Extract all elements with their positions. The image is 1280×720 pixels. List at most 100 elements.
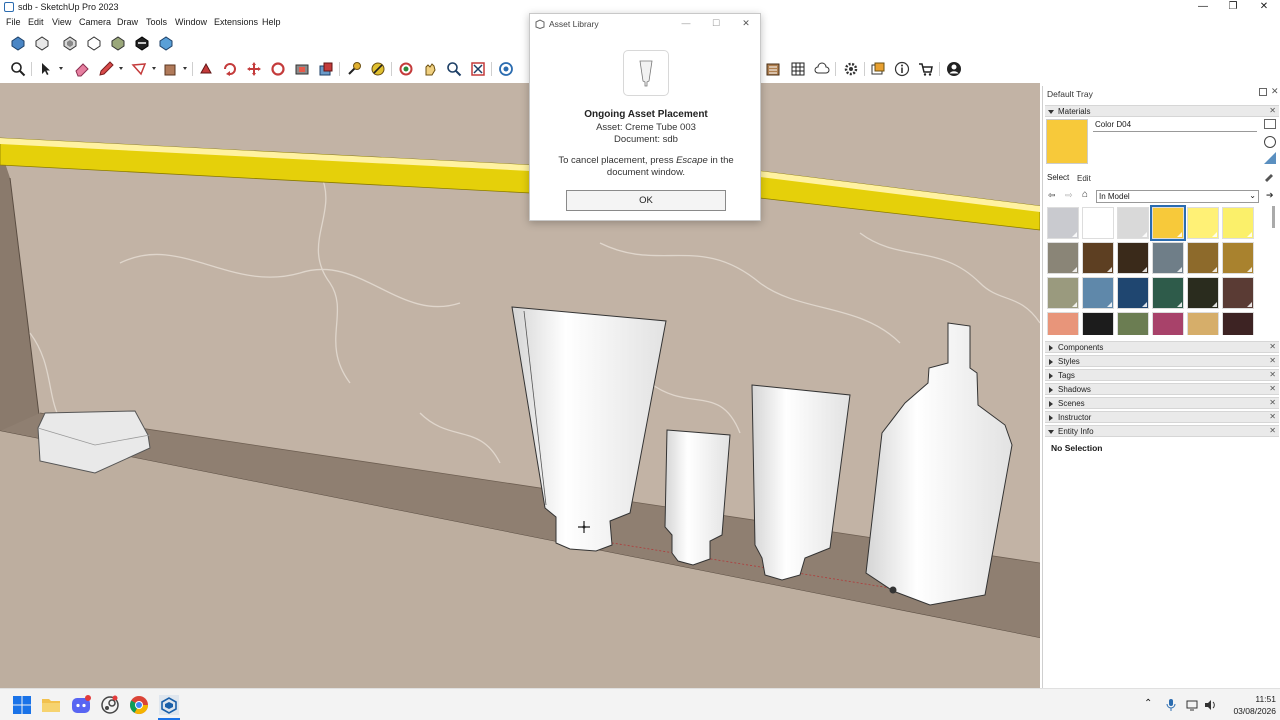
material-swatch[interactable] (1117, 207, 1149, 239)
account-icon[interactable] (945, 60, 963, 78)
minimize-button[interactable]: — (1188, 0, 1218, 15)
material-swatch[interactable] (1047, 277, 1079, 309)
material-swatch[interactable] (1152, 242, 1184, 274)
section-plane-icon[interactable] (497, 60, 515, 78)
shadows-section-header[interactable]: Shadows ✕ (1045, 383, 1279, 395)
close-button[interactable]: ✕ (1249, 0, 1279, 15)
solid-tools-trim-icon[interactable] (109, 34, 127, 52)
material-swatch[interactable] (1222, 312, 1254, 335)
solid-tools-intersect-icon[interactable] (61, 34, 79, 52)
section-close-icon[interactable]: ✕ (1269, 106, 1276, 115)
tray-close-icon[interactable]: ✕ (1271, 86, 1279, 97)
dialog-minimize-button[interactable]: — (672, 16, 700, 30)
orbit-icon[interactable] (397, 60, 415, 78)
taskbar-time[interactable]: 11:51 (1236, 694, 1276, 704)
menu-tools[interactable]: Tools (146, 17, 167, 27)
menu-view[interactable]: View (52, 17, 71, 27)
extension-warehouse-icon[interactable] (917, 60, 935, 78)
sample-paint-icon[interactable] (1263, 170, 1275, 182)
follow-me-icon[interactable] (197, 60, 215, 78)
push-pull-icon[interactable] (161, 60, 179, 78)
discord-icon[interactable] (71, 695, 91, 715)
swatch-scrollbar[interactable] (1272, 206, 1275, 228)
material-swatch[interactable] (1117, 312, 1149, 335)
zoom-window-icon[interactable] (445, 60, 463, 78)
extension-manager-icon[interactable] (842, 60, 860, 78)
material-swatch[interactable] (1047, 242, 1079, 274)
menu-help[interactable]: Help (262, 17, 281, 27)
material-swatch[interactable] (1187, 207, 1219, 239)
layout-icon[interactable] (869, 60, 887, 78)
material-name-field[interactable]: Color D04 (1093, 120, 1257, 132)
zoom-extents-icon[interactable] (469, 60, 487, 78)
material-swatch[interactable] (1187, 312, 1219, 335)
taskbar-date[interactable]: 03/08/2026 (1226, 706, 1276, 716)
tags-section-header[interactable]: Tags ✕ (1045, 369, 1279, 381)
select-dropdown-icon[interactable] (59, 67, 63, 70)
entity-info-section-header[interactable]: Entity Info ✕ (1045, 425, 1279, 437)
select-icon[interactable] (37, 60, 55, 78)
material-swatch[interactable] (1152, 312, 1184, 335)
pan-icon[interactable] (421, 60, 439, 78)
material-swatch[interactable] (1222, 277, 1254, 309)
material-swatch[interactable] (1187, 242, 1219, 274)
solid-tools-split-icon[interactable] (133, 34, 151, 52)
windows-start-icon[interactable] (12, 695, 32, 715)
pencil-icon[interactable] (97, 60, 115, 78)
section-close-icon[interactable]: ✕ (1269, 398, 1276, 407)
default-material-icon[interactable] (1264, 152, 1276, 164)
maximize-button[interactable]: ❐ (1218, 0, 1248, 15)
section-close-icon[interactable]: ✕ (1269, 384, 1276, 393)
chrome-icon[interactable] (129, 695, 149, 715)
section-close-icon[interactable]: ✕ (1269, 370, 1276, 379)
scene-canvas[interactable] (0, 83, 1040, 688)
instructor-section-header[interactable]: Instructor ✕ (1045, 411, 1279, 423)
forward-arrow-icon[interactable]: ⇨ (1065, 190, 1073, 201)
information-icon[interactable] (893, 60, 911, 78)
dialog-close-button[interactable]: ✕ (732, 16, 760, 30)
material-swatch[interactable] (1082, 242, 1114, 274)
sketchup-icon[interactable] (159, 695, 179, 715)
details-arrow-icon[interactable]: ➔ (1266, 190, 1274, 201)
display-secondary-pane-icon[interactable] (1264, 119, 1276, 129)
scale-icon[interactable] (269, 60, 287, 78)
sandbox-icon[interactable] (789, 60, 807, 78)
solid-tools-union-icon[interactable] (9, 34, 27, 52)
ok-button[interactable]: OK (566, 190, 726, 211)
menu-file[interactable]: File (6, 17, 21, 27)
material-swatch[interactable] (1222, 242, 1254, 274)
back-arrow-icon[interactable]: ⇦ (1048, 190, 1056, 201)
materials-select-tab[interactable]: Select (1047, 173, 1069, 182)
solid-tools-outer-shell-icon[interactable] (33, 34, 51, 52)
warehouse-cloud-icon[interactable] (813, 60, 831, 78)
volume-icon[interactable] (1204, 699, 1216, 711)
tray-pin-icon[interactable] (1259, 88, 1267, 96)
section-close-icon[interactable]: ✕ (1269, 412, 1276, 421)
microphone-icon[interactable] (1166, 699, 1176, 711)
components-section-header[interactable]: Components ✕ (1045, 341, 1279, 353)
dialog-maximize-button[interactable]: ☐ (702, 16, 730, 30)
menu-extensions[interactable]: Extensions (214, 17, 258, 27)
eraser-icon[interactable] (73, 60, 91, 78)
network-icon[interactable] (1186, 699, 1198, 711)
paint-bucket-icon[interactable] (293, 60, 311, 78)
material-swatch[interactable] (1117, 242, 1149, 274)
chevron-up-icon[interactable]: ⌃ (1144, 698, 1152, 709)
steam-icon[interactable] (100, 695, 120, 715)
protractor-icon[interactable] (369, 60, 387, 78)
create-material-icon[interactable] (1264, 136, 1276, 148)
scenes-section-header[interactable]: Scenes ✕ (1045, 397, 1279, 409)
x-ray-icon[interactable] (157, 34, 175, 52)
shape-icon[interactable] (130, 60, 148, 78)
home-icon[interactable]: ⌂ (1082, 189, 1088, 200)
3d-warehouse-icon[interactable] (764, 60, 782, 78)
materials-edit-tab[interactable]: Edit (1077, 174, 1091, 183)
material-swatch[interactable] (1152, 277, 1184, 309)
material-swatch[interactable] (1082, 277, 1114, 309)
materials-section-header[interactable]: Materials ✕ (1045, 105, 1279, 117)
material-swatch[interactable] (1117, 277, 1149, 309)
material-swatch[interactable] (1187, 277, 1219, 309)
menu-draw[interactable]: Draw (117, 17, 138, 27)
material-swatch[interactable] (1222, 207, 1254, 239)
styles-section-header[interactable]: Styles ✕ (1045, 355, 1279, 367)
